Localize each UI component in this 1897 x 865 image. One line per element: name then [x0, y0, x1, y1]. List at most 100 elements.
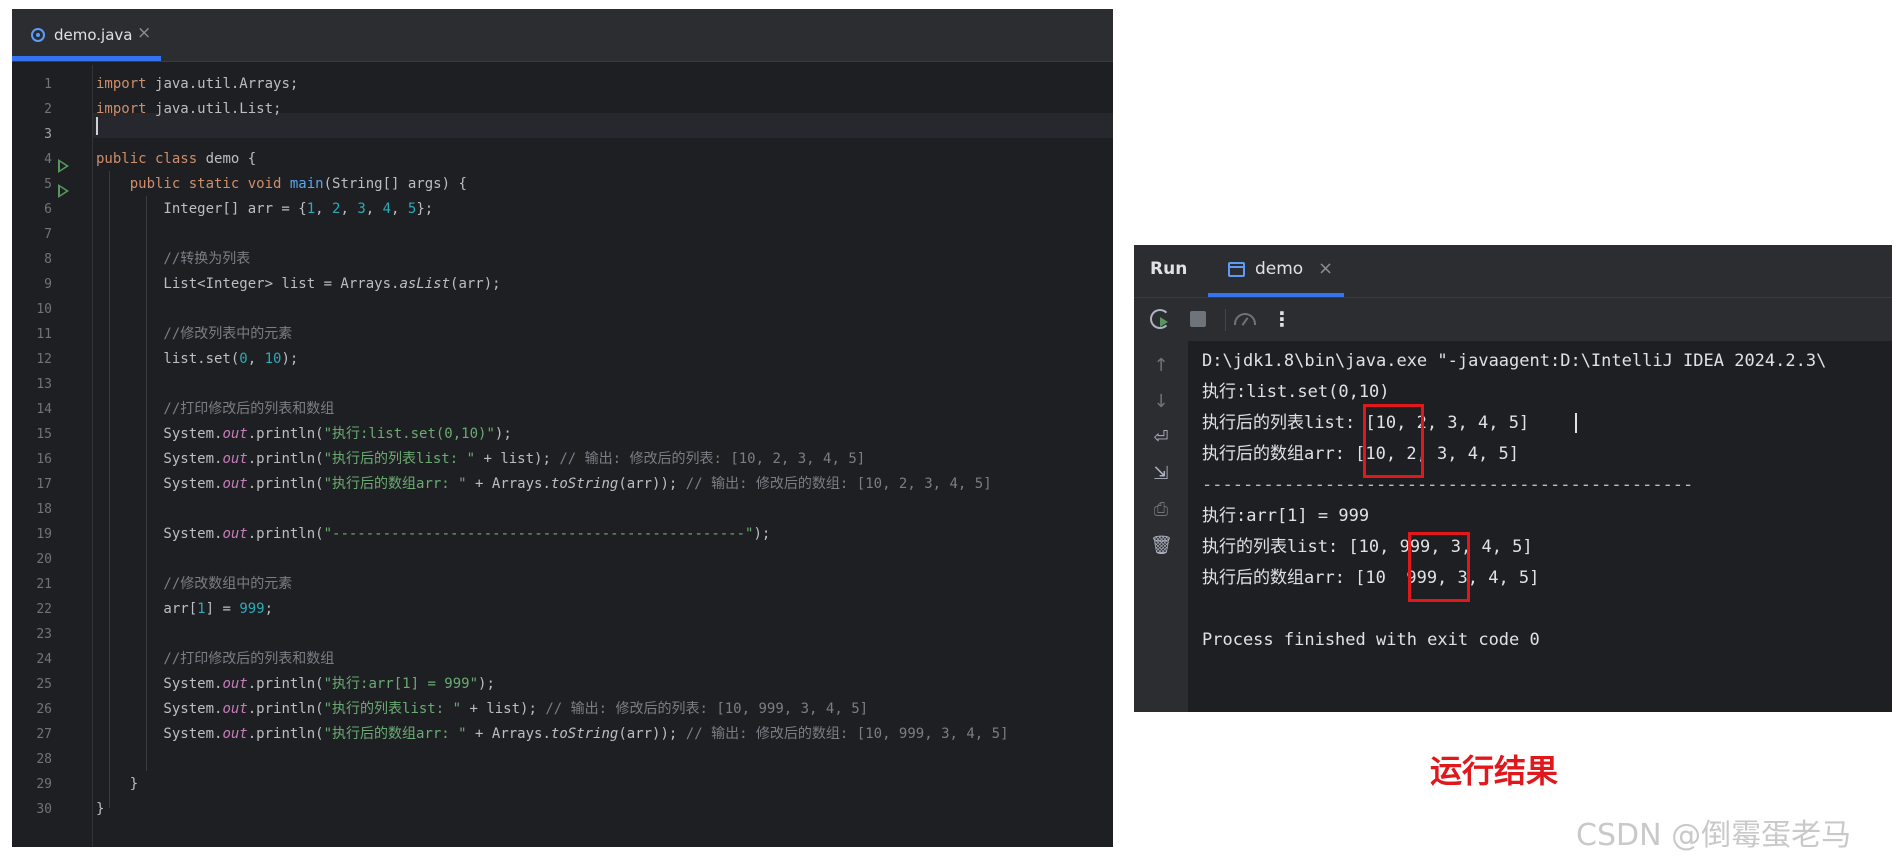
console-line: 执行后的数组arr: [10 999, 3, 4, 5] [1202, 568, 1540, 588]
console-line: 执行后的数组arr: [10, 2, 3, 4, 5] [1202, 444, 1519, 464]
line-number: 19 [36, 527, 52, 542]
line-number: 17 [36, 477, 52, 492]
line-number: 25 [36, 677, 52, 692]
line-number: 11 [36, 327, 52, 342]
console-exit-line: Process finished with exit code 0 [1202, 630, 1540, 650]
run-main-icon[interactable] [58, 184, 69, 198]
highlight-box-first-element [1363, 404, 1424, 478]
keyword: import [96, 76, 147, 92]
line-number: 22 [36, 602, 52, 617]
close-tab-icon[interactable]: × [137, 23, 151, 43]
scroll-to-end-icon[interactable]: ⇲ [1150, 463, 1172, 485]
run-tab-label: demo [1255, 259, 1304, 279]
more-options-icon[interactable]: ⋮ [1270, 307, 1294, 331]
line-number: 24 [36, 652, 52, 667]
code-line-6: Integer[] arr = {1, 2, 3, 4, 5}; [96, 201, 434, 217]
code-line-12: list.set(0, 10); [96, 351, 299, 367]
editor-tab-bar: demo.java × [12, 9, 1113, 62]
highlight-box-second-element [1408, 532, 1470, 602]
console-line: 执行:arr[1] = 999 [1202, 506, 1370, 526]
console-line: D:\jdk1.8\bin\java.exe "-javaagent:D:\In… [1202, 351, 1827, 371]
console-separator-line: ----------------------------------------… [1202, 475, 1694, 495]
console-icon [1228, 262, 1245, 277]
code-line-2: import java.util.List; [96, 97, 281, 122]
code-line-8: //转换为列表 [96, 251, 251, 267]
line-number: 10 [36, 302, 52, 317]
run-title[interactable]: Run [1150, 259, 1187, 279]
line-number: 16 [36, 452, 52, 467]
profiler-gauge-icon[interactable] [1234, 313, 1256, 325]
scroll-up-icon[interactable]: ↑ [1150, 355, 1172, 377]
code-line-4: public class demo { [96, 151, 257, 167]
line-number: 12 [36, 352, 52, 367]
line-number: 9 [44, 277, 52, 292]
code-line-17: System.out.println("执行后的数组arr: " + Array… [96, 476, 992, 492]
stop-icon[interactable] [1190, 311, 1206, 327]
line-number: 5 [44, 177, 52, 192]
scroll-down-icon[interactable]: ↓ [1150, 391, 1172, 413]
code-line-11: //修改列表中的元素 [96, 326, 293, 342]
line-number: 28 [36, 752, 52, 767]
tab-label: demo.java [54, 26, 133, 44]
code-line-21: //修改数组中的元素 [96, 576, 293, 592]
code-line-16: System.out.println("执行后的列表list: " + list… [96, 451, 866, 467]
console-caret [1575, 413, 1577, 433]
code-line-27: System.out.println("执行后的数组arr: " + Array… [96, 726, 1009, 742]
code-text: java.util.List; [155, 101, 282, 117]
code-editor[interactable]: demo.java × 1 2 3 4 5 6 7 8 9 10 11 12 13 14 15 16 17 18 1… [12, 9, 1113, 847]
text-caret [96, 117, 98, 135]
line-number: 20 [36, 552, 52, 567]
code-text: java.util.Arrays; [155, 76, 299, 92]
line-number: 7 [44, 227, 52, 242]
code-line-26: System.out.println("执行的列表list: " + list)… [96, 701, 869, 717]
line-number: 13 [36, 377, 52, 392]
result-caption: 运行结果 [1430, 752, 1559, 790]
watermark: CSDN @倒霉蛋老马 [1576, 818, 1852, 853]
gutter-divider [92, 65, 93, 847]
clear-all-trash-icon[interactable]: 🗑 [1150, 535, 1173, 557]
close-run-tab-icon[interactable]: × [1318, 258, 1333, 279]
code-line-14: //打印修改后的列表和数组 [96, 401, 335, 417]
code-line-22: arr[1] = 999; [96, 601, 274, 617]
keyword: import [96, 101, 147, 117]
line-number: 6 [44, 202, 52, 217]
line-number: 3 [44, 127, 52, 142]
run-side-toolbar: ↑ ↓ ⏎ ⇲ ⎙ 🗑 [1134, 341, 1188, 712]
run-toolbar: ⋮ [1134, 298, 1892, 340]
console-line: 执行的列表list: [10, 999, 3, 4, 5] [1202, 537, 1533, 557]
line-number: 4 [44, 152, 52, 167]
line-number: 8 [44, 252, 52, 267]
line-number: 18 [36, 502, 52, 517]
line-number: 2 [44, 102, 52, 117]
code-line-5: public static void main(String[] args) { [129, 176, 467, 192]
line-number: 30 [36, 802, 52, 817]
print-icon[interactable]: ⎙ [1150, 499, 1172, 521]
run-tool-window: Run demo × ⋮ ↑ ↓ ⏎ ⇲ ⎙ 🗑 D:\jdk1.8\bin\j… [1134, 245, 1892, 712]
code-line-9: List<Integer> list = Arrays.asList(arr); [96, 276, 501, 292]
run-class-icon[interactable] [58, 159, 69, 173]
code-line-1: import java.util.Arrays; [96, 72, 298, 97]
line-number: 26 [36, 702, 52, 717]
console-output[interactable]: D:\jdk1.8\bin\java.exe "-javaagent:D:\In… [1188, 341, 1892, 712]
tab-demo-run[interactable]: demo × [1208, 245, 1344, 297]
code-line-19: System.out.println("--------------------… [96, 526, 771, 542]
line-number: 27 [36, 727, 52, 742]
line-number: 21 [36, 577, 52, 592]
toolbar-divider [1225, 309, 1226, 331]
code-line-30: } [96, 801, 105, 817]
soft-wrap-icon[interactable]: ⏎ [1150, 427, 1172, 449]
code-line-25: System.out.println("执行:arr[1] = 999"); [96, 676, 495, 692]
code-line-15: System.out.println("执行:list.set(0,10)"); [96, 426, 512, 442]
line-number: 15 [36, 427, 52, 442]
line-number: 1 [44, 77, 52, 92]
code-line-24: //打印修改后的列表和数组 [96, 651, 335, 667]
console-line: 执行:list.set(0,10) [1202, 382, 1390, 402]
java-class-icon [31, 28, 45, 42]
rerun-icon[interactable] [1150, 309, 1170, 329]
line-number: 23 [36, 627, 52, 642]
line-number: 29 [36, 777, 52, 792]
code-line-29: } [96, 776, 139, 792]
tab-demo-java[interactable]: demo.java × [12, 9, 161, 61]
run-header: Run demo × [1134, 245, 1892, 298]
line-number: 14 [36, 402, 52, 417]
